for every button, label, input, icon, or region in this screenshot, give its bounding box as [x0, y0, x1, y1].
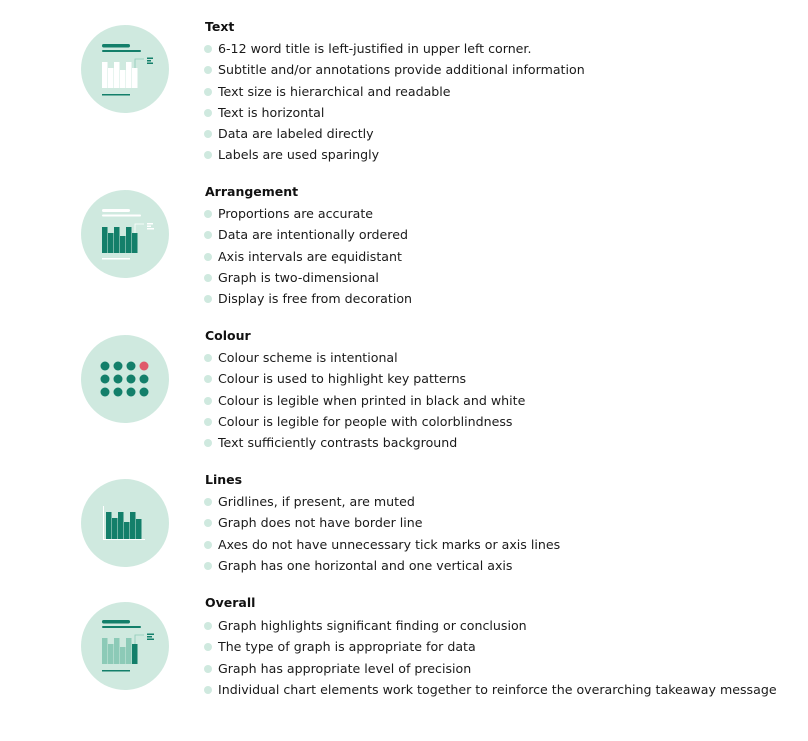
checklist-item: 6-12 word title is left-justified in upp… — [204, 40, 585, 61]
bullet-icon — [204, 231, 212, 240]
bullet-icon — [204, 498, 212, 506]
checklist-item: Colour is legible when printed in black … — [204, 392, 525, 413]
checklist-item: Graph highlights significant finding or … — [204, 617, 777, 638]
checklist: Colour scheme is intentional Colour is u… — [204, 349, 525, 455]
checklist-item: Text sufficiently contrasts background — [204, 434, 525, 455]
chart-highlight-icon — [81, 602, 169, 690]
bullet-icon — [204, 561, 212, 570]
section-heading: Colour — [205, 328, 251, 343]
checklist-item: Axes do not have unnecessary tick marks … — [204, 536, 560, 557]
section-heading: Text — [205, 19, 235, 34]
bullet-icon — [204, 273, 212, 282]
checklist-item: Colour is legible for people with colorb… — [204, 413, 525, 434]
bullet-icon — [204, 108, 212, 117]
bullet-icon — [204, 396, 212, 405]
section-heading: Lines — [205, 472, 243, 487]
bullet-icon — [204, 622, 212, 630]
checklist-item: Data are labeled directly — [204, 125, 585, 146]
checklist-item: Proportions are accurate — [204, 205, 412, 226]
checklist-item: Graph has appropriate level of precision — [204, 660, 777, 681]
bullet-icon — [204, 45, 212, 53]
checklist: Proportions are accurate Data are intent… — [204, 205, 412, 311]
bullet-icon — [204, 87, 212, 96]
checklist-item: Colour scheme is intentional — [204, 349, 525, 370]
bullet-icon — [204, 540, 212, 549]
bullet-icon — [204, 151, 212, 160]
checklist: Gridlines, if present, are muted Graph d… — [204, 493, 560, 578]
bullet-icon — [204, 664, 212, 673]
checklist-item: Graph does not have border line — [204, 514, 560, 535]
bar-chart-arrangement-icon — [81, 190, 169, 278]
bullet-icon — [204, 130, 212, 139]
section-heading: Arrangement — [205, 184, 299, 199]
bar-chart-axes-icon — [81, 479, 169, 567]
bullet-icon — [204, 66, 212, 75]
bullet-icon — [204, 375, 212, 384]
checklist-item: Text is horizontal — [204, 104, 585, 125]
chart-with-title-icon — [81, 25, 169, 113]
checklist-item: Text size is hierarchical and readable — [204, 83, 585, 104]
checklist: Graph highlights significant finding or … — [204, 617, 777, 702]
checklist-item: Colour is used to highlight key patterns — [204, 370, 525, 391]
bullet-icon — [204, 439, 212, 448]
bullet-icon — [204, 643, 212, 652]
checklist-item: Data are intentionally ordered — [204, 226, 412, 247]
bullet-icon — [204, 354, 212, 362]
bullet-icon — [204, 417, 212, 426]
checklist-item: Individual chart elements work together … — [204, 681, 777, 702]
bullet-icon — [204, 210, 212, 218]
bullet-icon — [204, 252, 212, 261]
section-heading: Overall — [205, 595, 256, 610]
checklist-item: Graph has one horizontal and one vertica… — [204, 557, 560, 578]
checklist-item: Subtitle and/or annotations provide addi… — [204, 61, 585, 82]
bullet-icon — [204, 295, 212, 304]
checklist-item: The type of graph is appropriate for dat… — [204, 638, 777, 659]
checklist-item: Labels are used sparingly — [204, 146, 585, 167]
checklist-item: Display is free from decoration — [204, 290, 412, 311]
color-dots-icon — [81, 335, 169, 423]
bullet-icon — [204, 519, 212, 528]
checklist-item: Graph is two-dimensional — [204, 269, 412, 290]
bullet-icon — [204, 685, 212, 694]
checklist: 6-12 word title is left-justified in upp… — [204, 40, 585, 168]
checklist-item: Axis intervals are equidistant — [204, 248, 412, 269]
checklist-item: Gridlines, if present, are muted — [204, 493, 560, 514]
